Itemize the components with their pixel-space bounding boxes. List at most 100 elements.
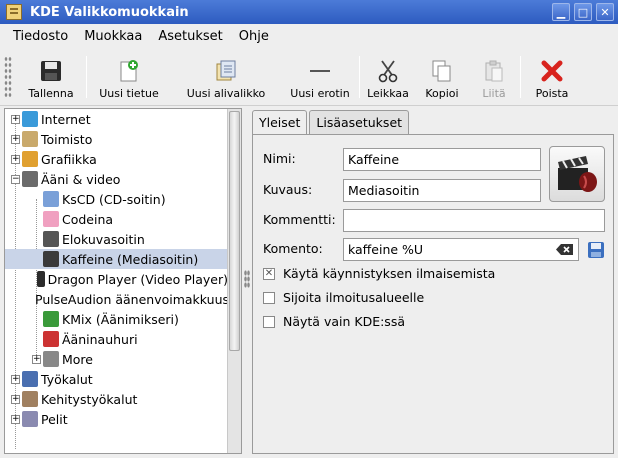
copy-button[interactable]: Kopioi — [416, 48, 468, 100]
tree-scroll-thumb[interactable] — [229, 111, 240, 351]
new-item-label: Uusi tietue — [99, 87, 159, 100]
splitter-handle[interactable] — [244, 270, 250, 288]
expand-icon[interactable]: + — [11, 414, 20, 424]
startup-feedback-box[interactable]: ✕ — [263, 267, 275, 280]
tab-general-label: Yleiset — [259, 115, 301, 130]
tab-general[interactable]: Yleiset — [252, 110, 308, 135]
tree-item[interactable]: Elokuvasoitin — [5, 229, 228, 249]
save-button[interactable]: Tallenna — [16, 48, 86, 100]
tree-item[interactable]: + Toimisto — [5, 129, 228, 149]
tab-advanced[interactable]: Lisäasetukset — [309, 110, 410, 134]
office-icon — [22, 131, 38, 147]
tree-item[interactable]: − Ääni & video — [5, 169, 228, 189]
main-window: KDE Valikkomuokkain ▁ □ ✕ Tiedosto Muokk… — [0, 0, 618, 458]
tree-item-label: More — [62, 351, 93, 367]
systray-checkbox[interactable]: Sijoita ilmoitusalueelle — [263, 290, 424, 305]
menu-settings[interactable]: Asetukset — [155, 27, 225, 46]
multimedia-icon — [22, 171, 38, 187]
expand-icon[interactable]: + — [11, 114, 20, 124]
tree-item-label: Ääninauhuri — [62, 331, 138, 347]
menu-file[interactable]: Tiedosto — [10, 27, 71, 46]
tree-item-label: Pelit — [41, 411, 68, 427]
menu-help[interactable]: Ohje — [236, 27, 272, 46]
tree-item-label: Kehitystyökalut — [41, 391, 138, 407]
startup-feedback-checkbox[interactable]: ✕ Käytä käynnistyksen ilmaisemista — [263, 266, 495, 281]
clapper-icon — [43, 251, 59, 267]
paste-icon — [482, 59, 506, 83]
new-submenu-button[interactable]: Uusi alivalikko — [171, 48, 281, 100]
clapperboard-icon — [558, 156, 597, 192]
comment-input[interactable] — [343, 209, 605, 232]
tree-item[interactable]: PulseAudion äänenvoimakkuus — [5, 289, 228, 309]
description-input[interactable]: Mediasoitin — [343, 179, 541, 202]
expand-icon[interactable]: + — [11, 154, 20, 164]
tree-item[interactable]: Kaffeine (Mediasoitin) — [5, 249, 228, 269]
expand-icon[interactable]: + — [32, 354, 41, 364]
save-file-icon — [588, 241, 604, 258]
systray-box[interactable] — [263, 291, 275, 304]
tree-item[interactable]: + Grafiikka — [5, 149, 228, 169]
only-kde-box[interactable] — [263, 315, 275, 328]
tree-item[interactable]: Codeina — [5, 209, 228, 229]
icon-chooser-button[interactable] — [549, 146, 605, 202]
tree-item[interactable]: KMix (Äänimikseri) — [5, 309, 228, 329]
command-input[interactable]: kaffeine %U — [343, 238, 579, 261]
tree-item[interactable]: + More — [5, 349, 228, 369]
browse-button[interactable] — [585, 238, 607, 261]
only-kde-checkbox[interactable]: Näytä vain KDE:ssä — [263, 314, 405, 329]
collapse-icon[interactable]: − — [11, 174, 20, 184]
separator-line-icon — [308, 59, 332, 83]
expand-icon[interactable]: + — [11, 134, 20, 144]
tree-item[interactable]: Dragon Player (Video Player) — [5, 269, 228, 289]
close-button[interactable]: ✕ — [596, 3, 614, 21]
new-document-icon — [117, 59, 141, 83]
paste-button[interactable]: Liitä — [468, 48, 520, 100]
menu-tree[interactable]: + Internet + Toimisto + Grafiikka − Ääni & vide… — [4, 108, 242, 454]
title-bar[interactable]: KDE Valikkomuokkain ▁ □ ✕ — [0, 0, 618, 24]
tree-item-label: PulseAudion äänenvoimakkuus — [35, 291, 228, 307]
tree-item-label: Elokuvasoitin — [62, 231, 145, 247]
tree-item[interactable]: + Kehitystyökalut — [5, 389, 228, 409]
name-input[interactable]: Kaffeine — [343, 148, 541, 171]
palette-icon — [22, 151, 38, 167]
menu-bar: Tiedosto Muokkaa Asetukset Ohje — [0, 24, 618, 48]
cut-button[interactable]: Leikkaa — [360, 48, 416, 100]
description-label: Kuvaus: — [263, 182, 313, 197]
tree-item[interactable]: + Pelit — [5, 409, 228, 429]
tree-item-label: Kaffeine (Mediasoitin) — [62, 251, 199, 267]
expand-icon[interactable]: + — [11, 394, 20, 404]
systray-label: Sijoita ilmoitusalueelle — [283, 290, 425, 305]
copy-icon — [430, 59, 454, 83]
minimize-button[interactable]: ▁ — [552, 3, 570, 21]
only-kde-label: Näytä vain KDE:ssä — [283, 314, 405, 329]
scissors-icon — [376, 59, 400, 83]
tree-item-label: KMix (Äänimikseri) — [62, 311, 179, 327]
tools-icon — [22, 371, 38, 387]
tree-item[interactable]: Ääninauhuri — [5, 329, 228, 349]
new-item-button[interactable]: Uusi tietue — [87, 48, 171, 100]
save-label: Tallenna — [28, 87, 74, 100]
tree-scrollbar[interactable] — [227, 109, 241, 453]
devtools-icon — [22, 391, 38, 407]
cut-label: Leikkaa — [367, 87, 409, 100]
delete-label: Poista — [535, 87, 569, 100]
toolbar: Tallenna Uusi tietue Uusi alivalikko Uus… — [0, 48, 618, 106]
dragon-icon — [37, 271, 45, 287]
new-separator-label: Uusi erotin — [290, 87, 350, 100]
expand-icon[interactable]: + — [11, 374, 20, 384]
new-submenu-icon — [214, 59, 238, 83]
tab-bar: Yleiset Lisäasetukset — [252, 110, 411, 135]
app-menu-icon[interactable] — [6, 4, 22, 20]
clear-text-icon[interactable] — [556, 243, 574, 259]
tree-item[interactable]: + Internet — [5, 109, 228, 129]
name-label: Nimi: — [263, 151, 296, 166]
tree-item[interactable]: + Työkalut — [5, 369, 228, 389]
delete-button[interactable]: Poista — [521, 48, 583, 100]
toolbar-grip[interactable] — [4, 56, 12, 98]
tree-item-label: Toimisto — [41, 131, 93, 147]
tree-item[interactable]: KsCD (CD-soitin) — [5, 189, 228, 209]
tree-item-label: Ääni & video — [41, 171, 121, 187]
menu-edit[interactable]: Muokkaa — [81, 27, 145, 46]
new-separator-button[interactable]: Uusi erotin — [281, 48, 359, 100]
maximize-button[interactable]: □ — [574, 3, 592, 21]
